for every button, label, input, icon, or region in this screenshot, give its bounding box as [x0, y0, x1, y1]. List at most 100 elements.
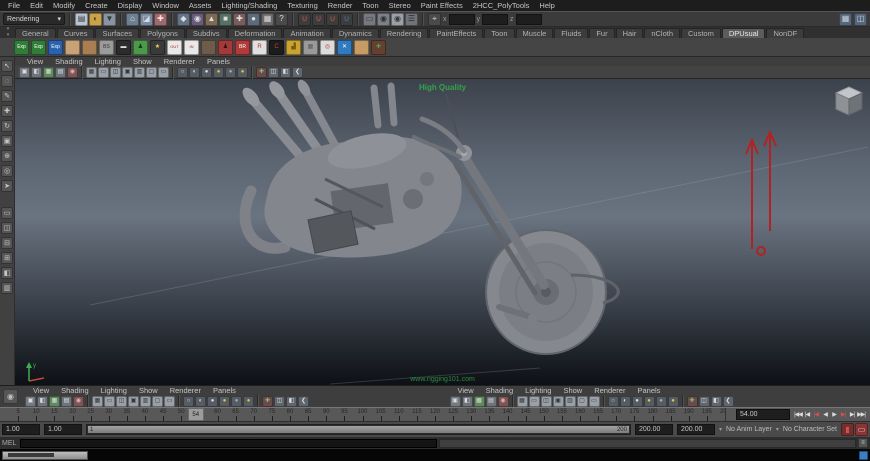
- shelf-tab-fur[interactable]: Fur: [589, 28, 614, 38]
- xray-icon[interactable]: ◫: [268, 67, 279, 78]
- lasso-tool-icon[interactable]: ◌: [1, 75, 13, 87]
- play-backwards-button[interactable]: ◀: [821, 409, 829, 420]
- shelf-grid-swatch-icon[interactable]: ▦: [303, 40, 318, 55]
- coord-field-z[interactable]: [516, 14, 542, 25]
- panel-swirl-icon[interactable]: ◉: [3, 389, 18, 404]
- safe-title-icon[interactable]: ▭: [589, 396, 600, 407]
- open-scene-icon[interactable]: ◐: [89, 13, 102, 26]
- shelf-tab-deformation[interactable]: Deformation: [228, 28, 283, 38]
- panel-menu-bar-renderer[interactable]: Renderer: [158, 57, 201, 66]
- shelf-tab-surfaces[interactable]: Surfaces: [95, 28, 139, 38]
- go-to-start-button[interactable]: |◀◀: [794, 409, 802, 420]
- bottom-right-panel-menu-renderer[interactable]: Renderer: [588, 386, 631, 395]
- shelf-tab-dpusual[interactable]: DPUsual: [722, 28, 766, 38]
- menu-bar-texturing[interactable]: Texturing: [282, 0, 322, 11]
- shelf-export-anim-icon[interactable]: Exp: [31, 40, 46, 55]
- panel-menu-bar-panels[interactable]: Panels: [201, 57, 236, 66]
- scale-tool-icon[interactable]: ▣: [1, 135, 13, 147]
- use-lights-icon[interactable]: ●: [644, 396, 655, 407]
- step-forward-key-button[interactable]: ▶|: [839, 409, 847, 420]
- layout-two-side-icon[interactable]: ◫: [1, 222, 13, 234]
- current-time-field[interactable]: 54.00: [736, 409, 790, 420]
- character-set-dropdown[interactable]: No Character Set: [783, 426, 837, 433]
- film-gate-icon[interactable]: ▭: [104, 396, 115, 407]
- shelf-tab-ncloth[interactable]: nCloth: [644, 28, 680, 38]
- occlusion-icon[interactable]: ●: [237, 67, 248, 78]
- menu-bar-render[interactable]: Render: [323, 0, 358, 11]
- smooth-shade-icon[interactable]: ◐: [620, 396, 631, 407]
- command-input[interactable]: [20, 439, 437, 448]
- shelf-blue-x-icon[interactable]: ✕: [337, 40, 352, 55]
- shelf-tab-general[interactable]: General: [15, 28, 56, 38]
- menu-bar-edit[interactable]: Edit: [25, 0, 48, 11]
- bottom-right-panel-menu-panels[interactable]: Panels: [631, 386, 666, 395]
- menu-bar-display[interactable]: Display: [113, 0, 148, 11]
- lock-camera-icon[interactable]: ◧: [31, 67, 42, 78]
- wireframe-icon[interactable]: ○: [608, 396, 619, 407]
- menu-bar-paint-effects[interactable]: Paint Effects: [416, 0, 468, 11]
- menu-bar-modify[interactable]: Modify: [48, 0, 80, 11]
- save-scene-icon[interactable]: ▼: [103, 13, 116, 26]
- occlusion-icon[interactable]: ●: [243, 396, 254, 407]
- shelf-blend-shape-icon[interactable]: BS: [99, 40, 114, 55]
- new-scene-icon[interactable]: ▤: [75, 13, 88, 26]
- select-camera-icon[interactable]: ▣: [19, 67, 30, 78]
- ui-toggle-grid-icon[interactable]: ▦: [839, 13, 852, 26]
- mask-dynamics-icon[interactable]: ✚: [233, 13, 246, 26]
- camera-attributes-icon[interactable]: ▦: [474, 396, 485, 407]
- shelf-tab-nondf[interactable]: NonDF: [766, 28, 804, 38]
- menu-bar-lighting-shading[interactable]: Lighting/Shading: [216, 0, 282, 11]
- shelf-tab-custom[interactable]: Custom: [681, 28, 721, 38]
- snap-point-icon[interactable]: ∪: [326, 13, 339, 26]
- camera-attributes-icon[interactable]: ▦: [49, 396, 60, 407]
- shelf-green-character-icon[interactable]: ♟: [133, 40, 148, 55]
- image-plane-icon[interactable]: ◉: [498, 396, 509, 407]
- menuset-dropdown[interactable]: Rendering ▾: [3, 13, 65, 25]
- go-to-end-button[interactable]: ▶▶|: [857, 409, 865, 420]
- smooth-shade-icon[interactable]: ◐: [195, 396, 206, 407]
- menu-bar-file[interactable]: File: [3, 0, 25, 11]
- select-object-icon[interactable]: ◪: [140, 13, 153, 26]
- gate-mask-icon[interactable]: ▣: [128, 396, 139, 407]
- textured-icon[interactable]: ●: [207, 396, 218, 407]
- shelf-tab-subdivs[interactable]: Subdivs: [186, 28, 227, 38]
- exposure-icon[interactable]: ◧: [280, 67, 291, 78]
- move-tool-icon[interactable]: ✚: [1, 105, 13, 117]
- bottom-right-panel-menu-show[interactable]: Show: [557, 386, 588, 395]
- playback-end-field[interactable]: 200.00: [635, 424, 673, 435]
- menu-bar-toon[interactable]: Toon: [357, 0, 383, 11]
- mask-rendering-icon[interactable]: ●: [247, 13, 260, 26]
- field-chart-icon[interactable]: ▥: [140, 396, 151, 407]
- image-plane-icon[interactable]: ◉: [67, 67, 78, 78]
- gamma-icon[interactable]: ❮: [723, 396, 734, 407]
- wireframe-icon[interactable]: ○: [177, 67, 188, 78]
- bottom-left-panel-menu-renderer[interactable]: Renderer: [164, 386, 207, 395]
- use-lights-icon[interactable]: ●: [219, 396, 230, 407]
- field-chart-icon[interactable]: ▥: [134, 67, 145, 78]
- shelf-tab-rendering[interactable]: Rendering: [380, 28, 429, 38]
- snap-curve-icon[interactable]: ∪: [312, 13, 325, 26]
- render-view-icon[interactable]: ▭: [363, 13, 376, 26]
- taskbar-item[interactable]: [2, 451, 88, 460]
- anim-layer-dropdown[interactable]: No Anim Layer: [726, 426, 772, 433]
- shelf-tab-dynamics[interactable]: Dynamics: [332, 28, 379, 38]
- layout-four-panes-icon[interactable]: ⊞: [1, 252, 13, 264]
- shelf-tab-animation[interactable]: Animation: [283, 28, 330, 38]
- controller-curves[interactable]: [746, 132, 776, 255]
- shelf-tab-toon[interactable]: Toon: [484, 28, 514, 38]
- ipr-render-icon[interactable]: ◉: [391, 13, 404, 26]
- shelf-magnet-c-icon[interactable]: C: [269, 40, 284, 55]
- gamma-icon[interactable]: ❮: [298, 396, 309, 407]
- xray-icon[interactable]: ◫: [274, 396, 285, 407]
- menu-bar-create[interactable]: Create: [80, 0, 113, 11]
- panel-menu-bar-show[interactable]: Show: [127, 57, 158, 66]
- select-camera-icon[interactable]: ▣: [25, 396, 36, 407]
- bookmark-icon[interactable]: ▤: [61, 396, 72, 407]
- step-back-key-button[interactable]: |◀: [812, 409, 820, 420]
- mask-surfaces-icon[interactable]: ▲: [205, 13, 218, 26]
- shelf-tab-fluids[interactable]: Fluids: [554, 28, 588, 38]
- view-grid-icon[interactable]: ▦: [86, 67, 97, 78]
- range-slider-handle[interactable]: 1 200: [88, 426, 629, 433]
- textured-icon[interactable]: ●: [201, 67, 212, 78]
- field-chart-icon[interactable]: ▥: [565, 396, 576, 407]
